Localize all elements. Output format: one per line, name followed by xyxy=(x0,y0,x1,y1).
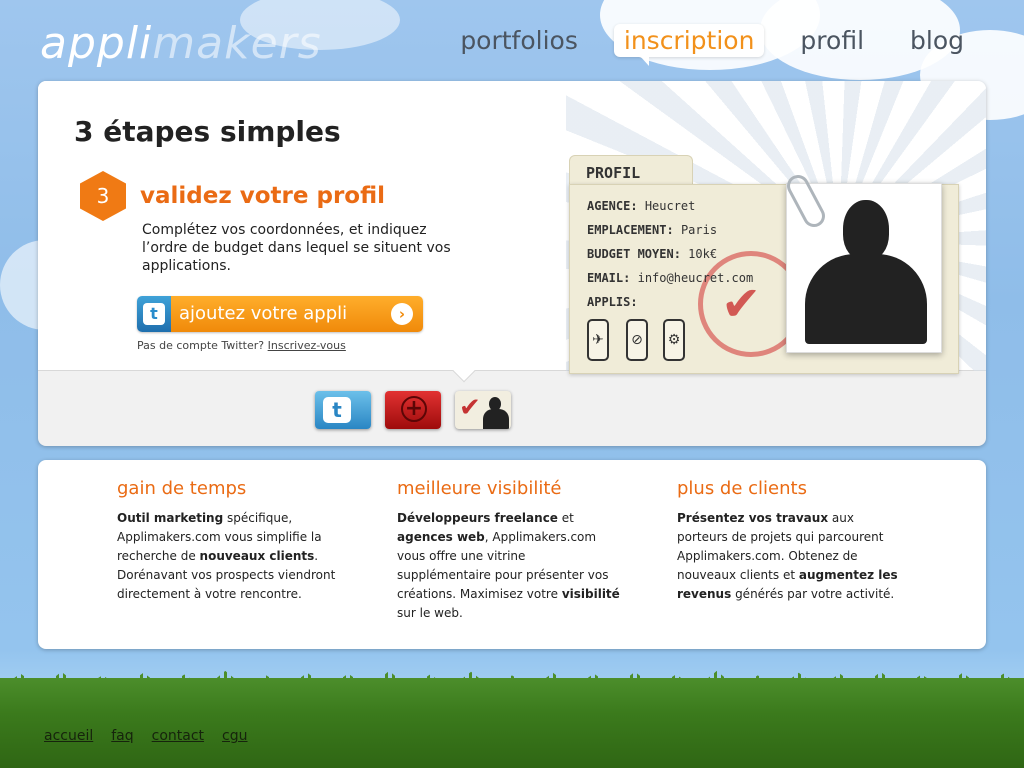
step-title: validez votre profil xyxy=(140,183,386,209)
field-label: BUDGET MOYEN: xyxy=(587,247,681,261)
step-1-twitter-thumb[interactable]: t xyxy=(315,391,371,429)
plus-icon: + xyxy=(401,396,427,422)
nav-inscription[interactable]: inscription xyxy=(613,24,765,66)
twitter-icon: t xyxy=(323,397,351,423)
feature-more-clients: plus de clients Présentez vos travaux au… xyxy=(677,478,902,604)
profile-field-agency: AGENCE: Heucret xyxy=(587,199,695,213)
field-label: EMAIL: xyxy=(587,271,631,285)
twitter-signup-link[interactable]: Inscrivez-vous xyxy=(268,339,346,352)
step-2-add-thumb[interactable]: + xyxy=(385,391,441,429)
page-title: 3 étapes simples xyxy=(74,115,341,148)
footer-link-cgu[interactable]: cgu xyxy=(222,728,247,744)
footer-link-contact[interactable]: contact xyxy=(152,728,204,744)
nav-portfolios[interactable]: portfolios xyxy=(450,24,588,57)
profile-field-email: EMAIL: info@heucret.com xyxy=(587,271,753,285)
twitter-icon: t xyxy=(137,296,171,332)
site-logo[interactable]: applimakers xyxy=(40,18,322,69)
step-number-badge: 3 xyxy=(80,171,126,221)
feature-title: meilleure visibilité xyxy=(397,478,562,499)
logo-bold: appli xyxy=(40,18,153,69)
feature-visibility: meilleure visibilité Développeurs freela… xyxy=(397,478,622,623)
field-label: EMPLACEMENT: xyxy=(587,223,674,237)
footer-nav: accueil faq contact cgu xyxy=(44,728,248,744)
nav-profil[interactable]: profil xyxy=(790,24,874,57)
add-app-button[interactable]: t ajoutez votre appli › xyxy=(137,296,423,332)
feature-title: gain de temps xyxy=(117,478,247,499)
footer-link-accueil[interactable]: accueil xyxy=(44,728,93,744)
field-label: AGENCE: xyxy=(587,199,638,213)
twitter-signup-note: Pas de compte Twitter? Inscrivez-vous xyxy=(137,339,346,352)
chevron-right-icon: › xyxy=(391,303,413,325)
add-app-label: ajoutez votre appli › xyxy=(171,296,423,332)
gear-app-icon: ⚙ xyxy=(663,319,685,361)
field-value: Paris xyxy=(680,223,718,237)
step-3-profile-thumb[interactable]: ✔ xyxy=(455,391,511,429)
profile-field-budget: BUDGET MOYEN: 10k€ xyxy=(587,247,717,261)
twitter-glyph: t xyxy=(143,303,165,325)
features-panel: gain de temps Outil marketing spécifique… xyxy=(38,460,986,649)
feature-text: Outil marketing spécifique, Applimakers.… xyxy=(117,511,336,601)
profile-field-location: EMPLACEMENT: Paris xyxy=(587,223,717,237)
avatar-silhouette-body xyxy=(805,254,927,344)
step-description: Complétez vos coordonnées, et indiquez l… xyxy=(142,222,451,274)
add-app-label-text: ajoutez votre appli xyxy=(179,303,348,324)
check-icon: ✔ xyxy=(459,393,481,423)
steps-panel: 3 étapes simples 3 validez votre profil … xyxy=(38,81,986,446)
footer-link-faq[interactable]: faq xyxy=(111,728,133,744)
field-value: info@heucret.com xyxy=(637,271,754,285)
twitter-note-text: Pas de compte Twitter? xyxy=(137,339,265,352)
main-nav: portfolios inscription profil blog xyxy=(450,24,974,66)
feature-text: Développeurs freelance et agences web, A… xyxy=(397,511,620,620)
field-label: APPLIS: xyxy=(587,295,638,309)
step-content: 3 étapes simples 3 validez votre profil … xyxy=(38,81,986,374)
compass-app-icon: ⊘ xyxy=(626,319,648,361)
avatar-body xyxy=(483,409,509,429)
field-value: 10k€ xyxy=(688,247,718,261)
avatar-silhouette-icon xyxy=(843,200,889,260)
feature-time-saving: gain de temps Outil marketing spécifique… xyxy=(117,478,342,604)
logo-light: makers xyxy=(152,18,322,69)
profile-field-apps: APPLIS: xyxy=(587,295,638,309)
grass-footer-background xyxy=(0,678,1024,768)
nav-blog[interactable]: blog xyxy=(900,24,974,57)
profile-card-tab: PROFIL xyxy=(569,155,693,187)
airplane-app-icon: ✈ xyxy=(587,319,609,361)
feature-text: Présentez vos travaux aux porteurs de pr… xyxy=(677,511,898,601)
feature-title: plus de clients xyxy=(677,478,807,499)
field-value: Heucret xyxy=(644,199,696,213)
